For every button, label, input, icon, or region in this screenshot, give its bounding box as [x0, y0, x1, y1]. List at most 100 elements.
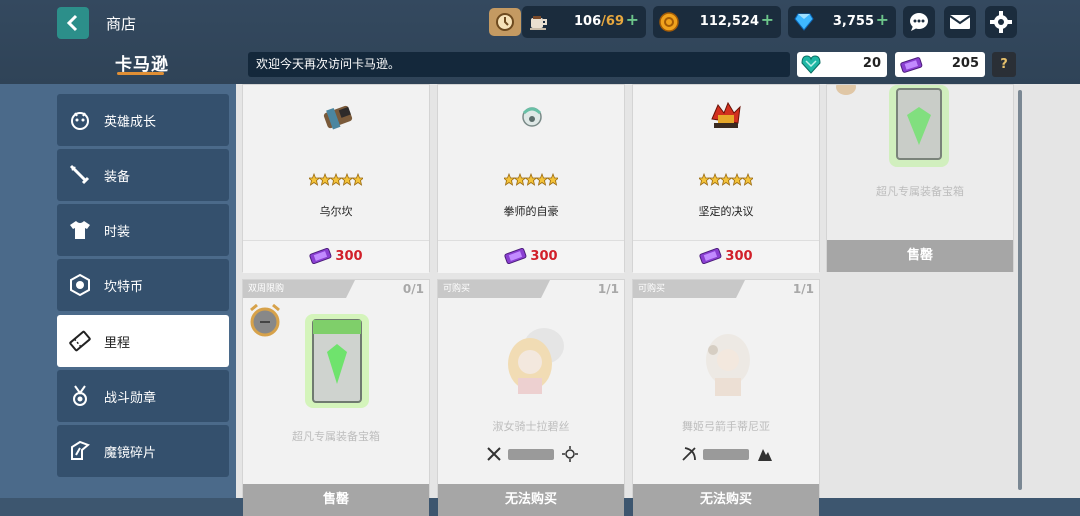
sidebar-item-costume[interactable]: 时装	[57, 204, 229, 256]
shop-item-card[interactable]: 超凡专属装备宝箱 售罄	[826, 84, 1014, 272]
coffee-cup-icon	[530, 16, 547, 30]
alarm-clock-icon	[250, 303, 280, 337]
purple-ticket-icon	[504, 248, 527, 264]
bow-icon	[682, 447, 696, 461]
sidebar-item-mileage[interactable]: 里程	[57, 315, 229, 367]
green-gem-counter: 20	[797, 52, 887, 77]
mail-button[interactable]	[944, 6, 976, 38]
five-star-rating	[504, 173, 558, 186]
announcement-bar: 欢迎今天再次访问卡马逊。	[248, 52, 790, 77]
unavailable-bar: 无法购买	[438, 484, 624, 516]
shop-item-card[interactable]: 拳师的自豪 300	[437, 84, 625, 273]
ticket-counter: 205	[895, 52, 985, 77]
ticket-value: 205	[951, 56, 979, 71]
stamina-counter: 106/69 +	[522, 6, 646, 38]
hero-growth-icon	[67, 107, 93, 133]
equipment-chest-icon	[889, 85, 949, 167]
item-name: 舞姬弓箭手蒂尼亚	[682, 420, 770, 433]
gold-value: 112,524	[699, 14, 759, 29]
light-element-icon	[562, 446, 578, 462]
item-price: 300	[309, 248, 363, 264]
shop-item-card[interactable]: 可购买 1/1 淑女骑士拉碧丝 无法购买	[437, 279, 625, 516]
shop-item-card[interactable]: 坚定的决议 300	[632, 84, 820, 273]
chat-bubble-icon	[910, 13, 928, 31]
scrollbar[interactable]	[1018, 90, 1022, 490]
brand-underline	[117, 72, 164, 75]
sidebar-item-battle-medal[interactable]: 战斗勋章	[57, 370, 229, 422]
clock-button[interactable]	[489, 8, 521, 36]
price-bar[interactable]: 300	[243, 240, 429, 273]
shop-item-card[interactable]: 乌尔坎 300	[242, 84, 430, 273]
element-bar	[508, 449, 554, 460]
back-button[interactable]	[57, 7, 89, 39]
alarm-clock-icon	[836, 85, 856, 95]
gem-value: 3,755	[832, 14, 874, 29]
five-star-rating	[309, 173, 363, 186]
price-value: 300	[725, 248, 753, 264]
purple-ticket-icon	[309, 248, 332, 264]
equipment-icon	[67, 162, 93, 188]
purchase-limit: 0/1	[402, 282, 424, 296]
purchase-tag: 可购买	[633, 280, 745, 298]
sidebar-item-label: 魔镜碎片	[104, 446, 157, 461]
sidebar-item-equipment[interactable]: 装备	[57, 149, 229, 201]
sidebar-item-label: 英雄成长	[104, 115, 157, 130]
price-bar[interactable]: 300	[438, 240, 624, 273]
purchase-tag: 双周限购	[243, 280, 355, 298]
sidebar-item-hero-growth[interactable]: 英雄成长	[57, 94, 229, 146]
green-heart-gem-icon	[801, 55, 821, 74]
chat-button[interactable]	[903, 6, 935, 38]
hero-portrait-icon	[706, 334, 750, 396]
settings-button[interactable]	[985, 6, 1017, 38]
item-name: 坚定的决议	[698, 205, 754, 218]
sidebar-item-label: 坎特币	[104, 280, 144, 295]
ulkan-item-icon	[323, 105, 353, 130]
stamina-max: /69	[601, 14, 624, 29]
shop-item-card[interactable]: 可购买 1/1 舞姬弓箭手蒂尼亚 无法购买	[632, 279, 820, 516]
five-star-rating	[699, 173, 753, 186]
item-name: 超凡专属装备宝箱	[292, 430, 380, 443]
gear-icon	[990, 11, 1012, 33]
stamina-current: 106	[574, 14, 602, 29]
mail-icon	[949, 15, 971, 29]
purchase-limit: 1/1	[792, 282, 814, 296]
element-bar	[703, 449, 749, 460]
medal-icon	[67, 383, 93, 409]
sidebar-item-label: 装备	[104, 170, 131, 185]
gold-counter: 112,524 +	[653, 6, 781, 38]
add-stamina-button[interactable]: +	[626, 10, 639, 29]
gold-coin-icon	[659, 12, 679, 32]
purchase-limit: 1/1	[597, 282, 619, 296]
purple-ticket-icon	[900, 57, 923, 73]
mileage-ticket-icon	[67, 328, 93, 354]
price-value: 300	[335, 248, 363, 264]
chevron-left-icon	[66, 14, 78, 32]
sold-out-bar: 售罄	[827, 240, 1013, 272]
clock-icon	[496, 13, 514, 31]
shop-grid: 乌尔坎 300 拳师的自豪 300 坚定的决议 300 超凡专属装备宝箱 售罄 …	[236, 84, 1080, 516]
diamond-icon	[794, 13, 814, 31]
add-gem-button[interactable]: +	[876, 10, 889, 29]
earth-element-icon	[758, 449, 772, 461]
shop-item-card[interactable]: 双周限购 0/1 超凡专属装备宝箱 售罄	[242, 279, 430, 516]
sidebar-item-label: 里程	[104, 336, 131, 351]
item-name: 淑女骑士拉碧丝	[492, 420, 570, 433]
help-button[interactable]: ?	[992, 52, 1016, 77]
price-value: 300	[530, 248, 558, 264]
item-name: 乌尔坎	[319, 205, 353, 218]
costume-icon	[67, 217, 93, 243]
gem-counter: 3,755 +	[788, 6, 896, 38]
sidebar-item-kanterra-coin[interactable]: 坎特币	[57, 259, 229, 311]
unavailable-bar: 无法购买	[633, 484, 819, 516]
green-gem-value: 20	[862, 56, 881, 71]
page-title: 商店	[106, 15, 137, 33]
sidebar-item-label: 时装	[104, 225, 131, 240]
sidebar-item-label: 战斗勋章	[104, 391, 157, 406]
item-price: 300	[504, 248, 558, 264]
purchase-tag: 可购买	[438, 280, 550, 298]
sidebar-item-mirror-shard[interactable]: 魔镜碎片	[57, 425, 229, 477]
add-gold-button[interactable]: +	[761, 10, 774, 29]
price-bar[interactable]: 300	[633, 240, 819, 273]
sold-out-bar: 售罄	[243, 484, 429, 516]
item-name: 超凡专属装备宝箱	[876, 185, 964, 198]
